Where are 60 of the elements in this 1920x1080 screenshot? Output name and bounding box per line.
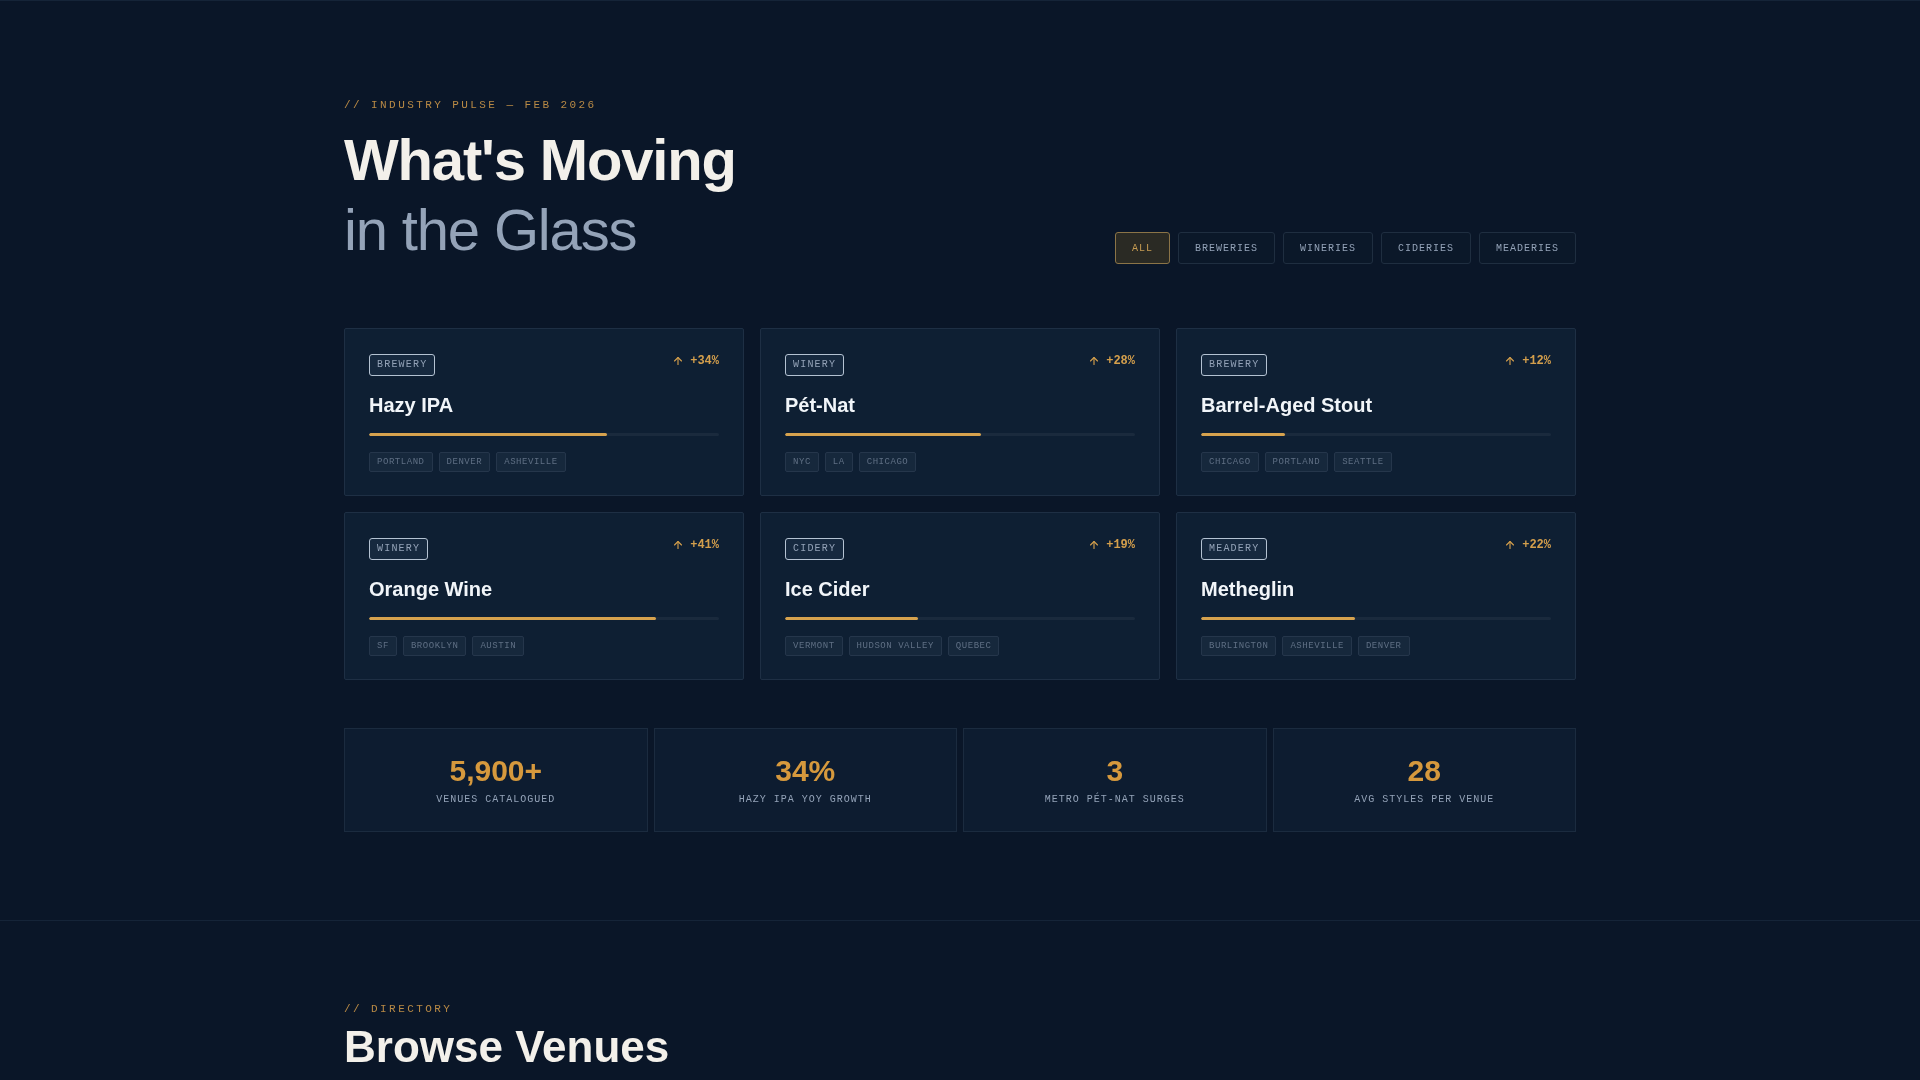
arrow-up-icon	[1504, 539, 1517, 552]
filter-tab[interactable]: MEADERIES	[1479, 232, 1576, 265]
trend-name: Pét-Nat	[785, 393, 856, 418]
city-tag: DENVER	[1357, 636, 1410, 657]
city-tag: ASHEVILLE	[1282, 636, 1352, 657]
city-tag: NYC	[785, 452, 819, 473]
growth-percent: +19%	[1106, 537, 1135, 554]
city-tag: HUDSON VALLEY	[848, 636, 942, 657]
trend-name: Ice Cider	[785, 577, 871, 602]
city-tag: PORTLAND	[369, 452, 433, 473]
stat-label: HAZY IPA YOY GROWTH	[738, 793, 872, 808]
city-tag: ASHEVILLE	[496, 452, 566, 473]
city-tag: SF	[369, 636, 397, 657]
arrow-up-icon	[1504, 355, 1517, 368]
trend-name: Hazy IPA	[369, 393, 455, 418]
city-tag: PORTLAND	[1264, 452, 1329, 473]
growth-percent: +28%	[1106, 353, 1135, 370]
stat-label: AVG STYLES PER VENUE	[1354, 793, 1495, 808]
city-tag: DENVER	[438, 452, 491, 473]
stat-label: VENUES CATALOGUED	[436, 793, 556, 808]
growth-percent: +22%	[1522, 537, 1551, 554]
category-badge: WINERY	[785, 354, 845, 377]
hero-title: What's Moving	[344, 126, 736, 194]
city-tag: LA	[824, 452, 853, 473]
category-badge: CIDERY	[785, 538, 845, 561]
trend-name: Metheglin	[1201, 577, 1296, 602]
city-tag: CHICAGO	[858, 452, 917, 473]
stat-label: METRO PÉT-NAT SURGES	[1044, 793, 1185, 808]
arrow-up-icon	[1088, 539, 1101, 552]
growth-percent: +12%	[1522, 353, 1551, 370]
trend-name: Orange Wine	[369, 577, 494, 602]
category-badge: BREWERY	[369, 354, 436, 377]
eyebrow-text: // INDUSTRY PULSE — FEB 2026	[344, 98, 598, 113]
stat-value: 28	[1407, 753, 1441, 790]
stat-value: 3	[1106, 753, 1124, 790]
arrow-up-icon	[672, 539, 685, 552]
city-tag: BURLINGTON	[1201, 636, 1277, 657]
city-tag: AUSTIN	[472, 636, 525, 657]
section-title: Browse Venues	[344, 1025, 671, 1070]
city-tag: CHICAGO	[1201, 452, 1259, 473]
city-tag: BROOKLYN	[402, 636, 467, 657]
arrow-up-icon	[1088, 355, 1101, 368]
hero-subtitle: in the Glass	[344, 195, 638, 264]
city-tag: SEATTLE	[1334, 452, 1392, 473]
trend-name: Barrel-Aged Stout	[1201, 393, 1374, 418]
category-badge: BREWERY	[1201, 354, 1268, 377]
city-tag: QUEBEC	[947, 636, 1000, 657]
filter-tab[interactable]: WINERIES	[1282, 232, 1373, 265]
arrow-up-icon	[672, 355, 685, 368]
category-badge: MEADERY	[1201, 538, 1268, 561]
filter-tab[interactable]: ALL	[1114, 232, 1170, 265]
city-tag: VERMONT	[785, 636, 843, 657]
category-badge: WINERY	[369, 538, 429, 561]
filter-tab[interactable]: CIDERIES	[1380, 232, 1471, 265]
eyebrow-text: // DIRECTORY	[344, 1002, 454, 1018]
growth-percent: +34%	[690, 353, 719, 370]
stat-value: 5,900+	[449, 753, 543, 790]
growth-percent: +41%	[690, 537, 719, 554]
filter-tab[interactable]: BREWERIES	[1177, 232, 1275, 265]
stat-value: 34%	[775, 753, 836, 790]
